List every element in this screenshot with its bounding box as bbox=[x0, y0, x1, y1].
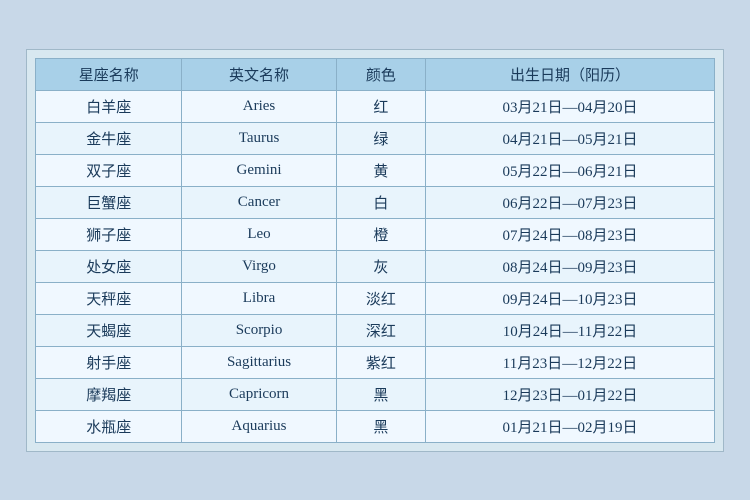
cell-english-name: Leo bbox=[182, 218, 336, 250]
table-row: 天秤座Libra淡红09月24日—10月23日 bbox=[36, 282, 715, 314]
cell-date: 07月24日—08月23日 bbox=[426, 218, 715, 250]
cell-color: 绿 bbox=[336, 122, 425, 154]
header-chinese-name: 星座名称 bbox=[36, 58, 182, 90]
cell-english-name: Aquarius bbox=[182, 410, 336, 442]
cell-date: 06月22日—07月23日 bbox=[426, 186, 715, 218]
cell-color: 红 bbox=[336, 90, 425, 122]
cell-color: 淡红 bbox=[336, 282, 425, 314]
cell-date: 08月24日—09月23日 bbox=[426, 250, 715, 282]
cell-date: 11月23日—12月22日 bbox=[426, 346, 715, 378]
cell-date: 05月22日—06月21日 bbox=[426, 154, 715, 186]
cell-chinese-name: 处女座 bbox=[36, 250, 182, 282]
table-row: 白羊座Aries红03月21日—04月20日 bbox=[36, 90, 715, 122]
cell-color: 橙 bbox=[336, 218, 425, 250]
cell-english-name: Taurus bbox=[182, 122, 336, 154]
cell-chinese-name: 白羊座 bbox=[36, 90, 182, 122]
zodiac-table-container: 星座名称 英文名称 颜色 出生日期（阳历） 白羊座Aries红03月21日—04… bbox=[26, 49, 724, 452]
cell-english-name: Cancer bbox=[182, 186, 336, 218]
table-row: 狮子座Leo橙07月24日—08月23日 bbox=[36, 218, 715, 250]
cell-color: 黑 bbox=[336, 410, 425, 442]
cell-chinese-name: 天蝎座 bbox=[36, 314, 182, 346]
cell-english-name: Scorpio bbox=[182, 314, 336, 346]
table-row: 射手座Sagittarius紫红11月23日—12月22日 bbox=[36, 346, 715, 378]
header-date: 出生日期（阳历） bbox=[426, 58, 715, 90]
header-color: 颜色 bbox=[336, 58, 425, 90]
cell-color: 黑 bbox=[336, 378, 425, 410]
cell-chinese-name: 摩羯座 bbox=[36, 378, 182, 410]
cell-english-name: Virgo bbox=[182, 250, 336, 282]
cell-date: 04月21日—05月21日 bbox=[426, 122, 715, 154]
table-row: 摩羯座Capricorn黑12月23日—01月22日 bbox=[36, 378, 715, 410]
cell-chinese-name: 射手座 bbox=[36, 346, 182, 378]
cell-chinese-name: 狮子座 bbox=[36, 218, 182, 250]
cell-date: 01月21日—02月19日 bbox=[426, 410, 715, 442]
cell-chinese-name: 天秤座 bbox=[36, 282, 182, 314]
cell-color: 黄 bbox=[336, 154, 425, 186]
table-row: 金牛座Taurus绿04月21日—05月21日 bbox=[36, 122, 715, 154]
cell-date: 09月24日—10月23日 bbox=[426, 282, 715, 314]
table-row: 双子座Gemini黄05月22日—06月21日 bbox=[36, 154, 715, 186]
cell-date: 03月21日—04月20日 bbox=[426, 90, 715, 122]
table-body: 白羊座Aries红03月21日—04月20日金牛座Taurus绿04月21日—0… bbox=[36, 90, 715, 442]
table-row: 巨蟹座Cancer白06月22日—07月23日 bbox=[36, 186, 715, 218]
cell-chinese-name: 巨蟹座 bbox=[36, 186, 182, 218]
table-header-row: 星座名称 英文名称 颜色 出生日期（阳历） bbox=[36, 58, 715, 90]
zodiac-table: 星座名称 英文名称 颜色 出生日期（阳历） 白羊座Aries红03月21日—04… bbox=[35, 58, 715, 443]
table-row: 天蝎座Scorpio深红10月24日—11月22日 bbox=[36, 314, 715, 346]
cell-english-name: Capricorn bbox=[182, 378, 336, 410]
cell-english-name: Sagittarius bbox=[182, 346, 336, 378]
cell-color: 深红 bbox=[336, 314, 425, 346]
cell-chinese-name: 双子座 bbox=[36, 154, 182, 186]
header-english-name: 英文名称 bbox=[182, 58, 336, 90]
table-row: 处女座Virgo灰08月24日—09月23日 bbox=[36, 250, 715, 282]
cell-date: 10月24日—11月22日 bbox=[426, 314, 715, 346]
cell-english-name: Libra bbox=[182, 282, 336, 314]
cell-color: 白 bbox=[336, 186, 425, 218]
cell-date: 12月23日—01月22日 bbox=[426, 378, 715, 410]
cell-english-name: Aries bbox=[182, 90, 336, 122]
cell-chinese-name: 水瓶座 bbox=[36, 410, 182, 442]
cell-english-name: Gemini bbox=[182, 154, 336, 186]
table-row: 水瓶座Aquarius黑01月21日—02月19日 bbox=[36, 410, 715, 442]
cell-color: 紫红 bbox=[336, 346, 425, 378]
cell-chinese-name: 金牛座 bbox=[36, 122, 182, 154]
cell-color: 灰 bbox=[336, 250, 425, 282]
